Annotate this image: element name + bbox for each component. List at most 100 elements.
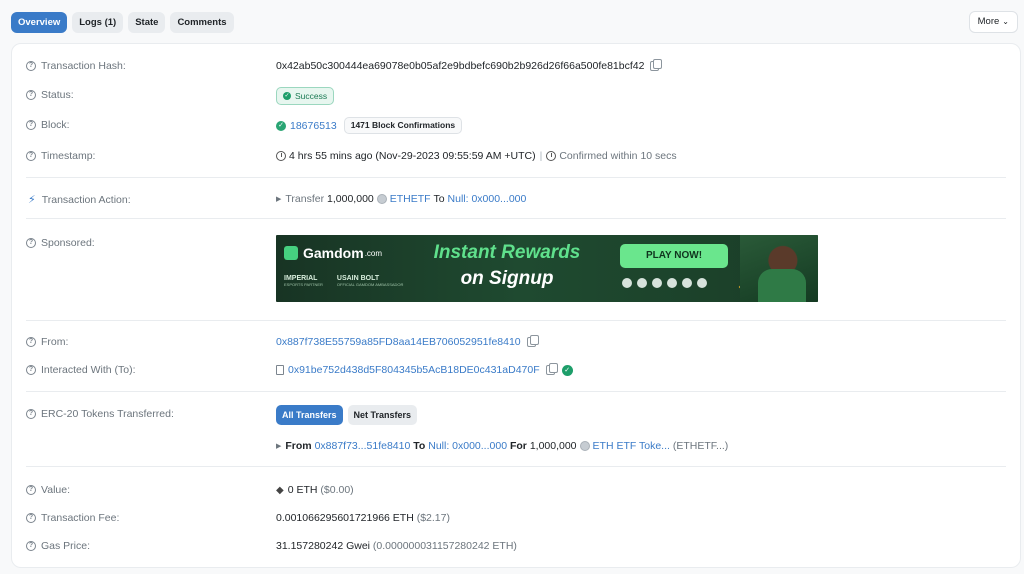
sponsored-label: Sponsored:: [41, 237, 95, 249]
ad-partner-bolt: USAIN BOLT: [336, 275, 380, 282]
net-transfers-button[interactable]: Net Transfers: [347, 405, 418, 425]
action-token-link[interactable]: ETHETF: [390, 193, 431, 205]
copy-icon[interactable]: [650, 59, 663, 71]
help-icon[interactable]: ?: [26, 151, 36, 161]
gamdom-logo-icon: [284, 246, 298, 260]
erc20-for-word: For: [509, 440, 527, 452]
erc20-from-link[interactable]: 0x887f73...51fe8410: [315, 440, 411, 452]
value-label: Value:: [41, 484, 70, 496]
help-icon[interactable]: ?: [26, 337, 36, 347]
ad-partner-bolt-sub: OFFICIAL GAMDOM AMBASSADOR: [336, 282, 404, 287]
action-to-word: To: [433, 193, 445, 205]
copy-icon[interactable]: [526, 335, 539, 347]
ambassador-image: [740, 235, 818, 302]
fee-usd: ($2.17): [416, 512, 450, 524]
tx-action-label: Transaction Action:: [41, 193, 131, 206]
chevron-down-icon: ⌄: [1002, 17, 1009, 26]
copy-icon[interactable]: [545, 363, 558, 375]
contract-file-icon: [276, 365, 284, 375]
divider: [26, 391, 1006, 392]
divider: [26, 177, 1006, 178]
divider: [26, 466, 1006, 467]
help-icon[interactable]: ?: [26, 90, 36, 100]
payment-icon: [622, 278, 632, 288]
gas-eth: (0.000000031157280242 ETH): [372, 540, 517, 552]
timestamp-value: 4 hrs 55 mins ago (Nov-29-2023 09:55:59 …: [289, 150, 536, 162]
confirmations-badge: 1471 Block Confirmations: [343, 117, 463, 134]
erc20-token-symbol: (ETHETF...): [672, 440, 729, 452]
token-icon: [376, 194, 387, 204]
status-label: Status:: [41, 89, 74, 101]
help-icon[interactable]: ?: [26, 485, 36, 495]
value-usd: ($0.00): [320, 484, 354, 496]
all-transfers-button[interactable]: All Transfers: [276, 405, 343, 425]
help-icon[interactable]: ?: [26, 541, 36, 551]
help-icon[interactable]: ?: [26, 409, 36, 419]
status-value: Success: [295, 91, 328, 101]
fee-amount: 0.001066295601721966 ETH: [276, 512, 414, 524]
gas-label: Gas Price:: [41, 540, 91, 552]
tx-hash-label: Transaction Hash:: [41, 60, 126, 72]
verified-check-icon: ✓: [561, 364, 573, 376]
erc20-token-link[interactable]: ETH ETF Toke...: [593, 440, 670, 452]
payment-icon: [652, 278, 662, 288]
to-label: Interacted With (To):: [41, 364, 136, 376]
from-label: From:: [41, 336, 69, 348]
tab-bar: Overview Logs (1) State Comments: [11, 12, 234, 33]
tab-overview[interactable]: Overview: [11, 12, 68, 33]
block-label: Block:: [41, 119, 70, 131]
payment-icon: [637, 278, 647, 288]
ad-partner-imperial: IMPERIAL: [284, 275, 318, 282]
lightning-icon: ⚡: [28, 194, 36, 206]
caret-right-icon: ▶: [276, 443, 282, 450]
ad-headline-2: on Signup: [460, 268, 554, 289]
ad-partner-imperial-sub: ESPORTS PARTNER: [284, 282, 323, 287]
token-icon: [579, 441, 590, 451]
help-icon[interactable]: ?: [26, 238, 36, 248]
payment-methods: [622, 278, 707, 288]
gas-amount: 31.157280242 Gwei: [276, 540, 370, 552]
payment-icon: [667, 278, 677, 288]
timestamp-label: Timestamp:: [41, 150, 96, 162]
separator: |: [539, 150, 543, 162]
value-amount: 0 ETH: [287, 484, 318, 496]
block-number-link[interactable]: 18676513: [290, 120, 337, 132]
from-address-link[interactable]: 0x887f738E55759a85FD8aa14EB706052951fe84…: [276, 336, 521, 348]
transaction-overview-card: ? Transaction Hash: 0x42ab50c300444ea6907…: [11, 43, 1021, 568]
timer-icon: [546, 151, 557, 161]
erc20-label: ERC-20 Tokens Transferred:: [41, 408, 174, 420]
divider: [26, 218, 1006, 219]
divider: [26, 320, 1006, 321]
more-button[interactable]: More ⌄: [968, 11, 1018, 33]
tab-comments[interactable]: Comments: [170, 12, 234, 33]
erc20-to-word: To: [413, 440, 426, 452]
ethereum-icon: ◆: [276, 484, 284, 496]
play-now-button[interactable]: PLAY NOW!: [620, 244, 728, 268]
more-label: More: [977, 16, 1000, 27]
clock-icon: [276, 151, 286, 161]
sponsored-banner[interactable]: Gamdom .com IMPERIAL ESPORTS PARTNER USAIN…: [276, 235, 818, 302]
action-amount: 1,000,000: [327, 193, 374, 205]
ad-brand-suffix: .com: [364, 248, 383, 258]
erc20-from-word: From: [285, 440, 312, 452]
tab-logs[interactable]: Logs (1): [72, 12, 124, 33]
help-icon[interactable]: ?: [26, 120, 36, 130]
help-icon[interactable]: ?: [26, 365, 36, 375]
fee-label: Transaction Fee:: [41, 512, 120, 524]
help-icon[interactable]: ?: [26, 513, 36, 523]
action-to-link[interactable]: Null: 0x000...000: [448, 193, 527, 205]
erc20-to-link[interactable]: Null: 0x000...000: [428, 440, 507, 452]
payment-icon: [697, 278, 707, 288]
check-circle-icon: ✓: [276, 120, 286, 131]
caret-right-icon: ▶: [276, 196, 282, 203]
tab-state[interactable]: State: [128, 12, 166, 33]
ad-brand: Gamdom: [303, 245, 364, 261]
to-address-link[interactable]: 0x91be752d438d5F804345b5AcB18DE0c431aD47…: [288, 364, 540, 376]
erc20-amount: 1,000,000: [529, 440, 577, 452]
action-prefix: Transfer: [285, 193, 325, 205]
check-circle-icon: ✓: [283, 92, 291, 100]
status-badge: ✓ Success: [276, 87, 335, 105]
help-icon[interactable]: ?: [26, 61, 36, 71]
payment-icon: [682, 278, 692, 288]
ad-headline-1: Instant Rewards: [433, 242, 581, 263]
